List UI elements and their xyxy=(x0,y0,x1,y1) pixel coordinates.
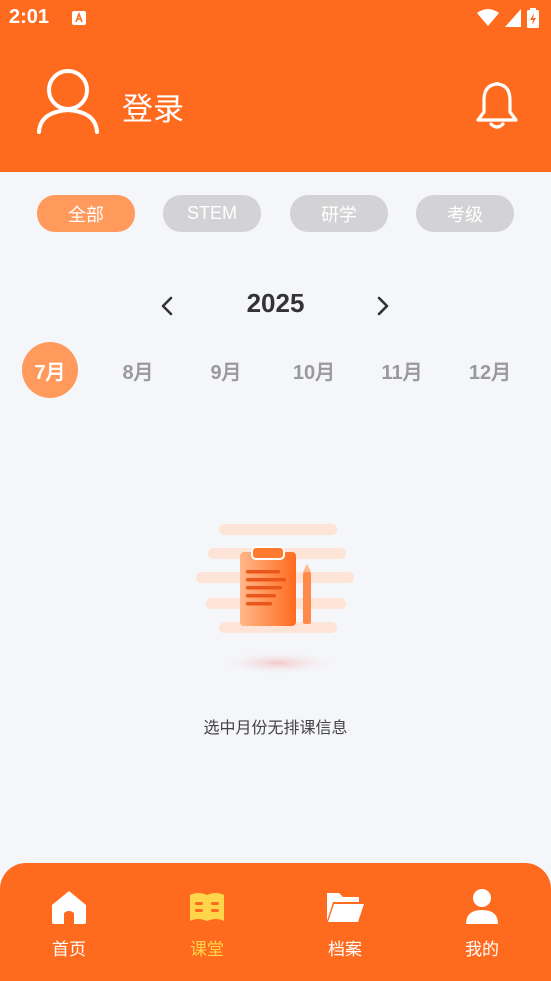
tab-mine-label: 我的 xyxy=(465,940,499,960)
tab-home-label: 首页 xyxy=(52,940,86,960)
month-item-10[interactable]: 10月 xyxy=(286,342,342,398)
month-item-7[interactable]: 7月 xyxy=(22,342,78,398)
filter-chip-all[interactable]: 全部 xyxy=(37,195,135,232)
battery-icon xyxy=(527,8,539,28)
bell-icon[interactable] xyxy=(474,80,520,130)
tab-archive-label: 档案 xyxy=(328,940,362,960)
chevron-right-icon[interactable] xyxy=(376,296,390,316)
year-label: 2025 xyxy=(246,288,305,318)
month-item-11[interactable]: 11月 xyxy=(374,342,430,398)
tab-home[interactable]: 首页 xyxy=(0,863,138,981)
filter-chip-study-tour[interactable]: 研学 xyxy=(290,195,388,232)
status-icons xyxy=(477,8,539,28)
login-link[interactable]: 登录 xyxy=(122,84,184,129)
book-icon xyxy=(187,887,227,927)
month-item-8[interactable]: 8月 xyxy=(110,342,166,398)
month-item-12[interactable]: 12月 xyxy=(462,342,518,398)
status-time: 2:01 xyxy=(9,6,50,28)
bottom-tab-bar: 首页 课堂 档案 我的 xyxy=(0,863,551,981)
empty-state-message: 选中月份无排课信息 xyxy=(203,718,348,737)
person-icon xyxy=(462,887,502,927)
filter-chip-grading-exam[interactable]: 考级 xyxy=(416,195,514,232)
year-navigator: 2025 xyxy=(0,286,551,326)
wifi-icon xyxy=(477,9,499,26)
folder-icon xyxy=(325,887,365,927)
tab-archive[interactable]: 档案 xyxy=(276,863,414,981)
status-bar: 2:01 xyxy=(0,0,551,36)
home-icon xyxy=(49,887,89,927)
filter-chip-stem[interactable]: STEM xyxy=(163,195,261,232)
header: 2:01 登录 xyxy=(0,0,551,172)
tab-classroom[interactable]: 课堂 xyxy=(138,863,276,981)
tab-mine[interactable]: 我的 xyxy=(413,863,551,981)
tab-classroom-label: 课堂 xyxy=(190,940,224,960)
avatar-icon[interactable] xyxy=(36,68,100,134)
signal-icon xyxy=(505,9,521,27)
month-item-9[interactable]: 9月 xyxy=(198,342,254,398)
notification-a-icon xyxy=(72,11,86,25)
month-selector: 7月 8月 9月 10月 11月 12月 xyxy=(0,342,551,398)
empty-clipboard-illustration xyxy=(196,524,354,675)
category-filters: 全部 STEM 研学 考级 xyxy=(0,195,551,232)
